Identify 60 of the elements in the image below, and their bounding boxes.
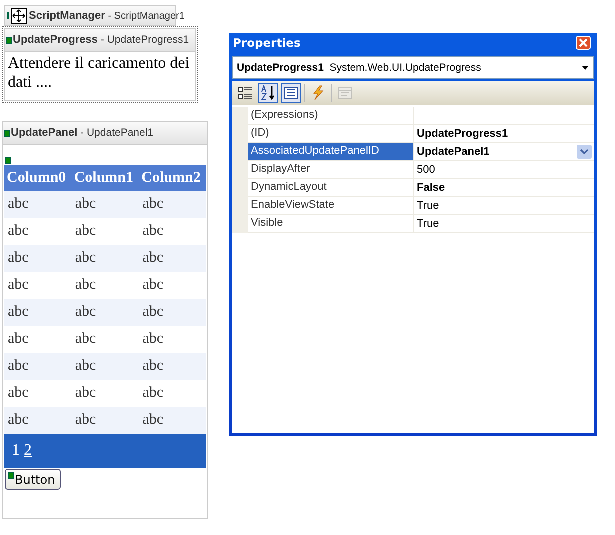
table-cell: abc: [4, 272, 72, 299]
sort-icon[interactable]: [258, 83, 278, 103]
table-cell: abc: [71, 326, 139, 353]
current-page[interactable]: 1: [12, 442, 20, 459]
property-value[interactable]: UpdatePanel1: [417, 146, 490, 158]
column-header: Column0: [4, 165, 72, 191]
page-link[interactable]: 2: [24, 442, 32, 459]
control-label: UpdateProgress - UpdateProgress1: [13, 34, 190, 46]
table-cell: abc: [4, 299, 72, 326]
dropdown-icon[interactable]: [577, 144, 592, 158]
table-cell: abc: [71, 353, 139, 380]
property-value[interactable]: True: [417, 218, 440, 230]
table-cell: abc: [71, 272, 139, 299]
property-name[interactable]: AssociatedUpdatePanelID: [248, 143, 414, 160]
table-cell: abc: [138, 272, 206, 299]
progress-text: Attendere il caricamento dei dati ....: [7, 54, 191, 93]
table-cell: abc: [138, 407, 206, 434]
list-icon[interactable]: [281, 83, 301, 103]
property-value[interactable]: True: [417, 200, 440, 212]
property-value[interactable]: UpdateProgress1: [417, 128, 508, 140]
property-name[interactable]: Visible: [248, 215, 414, 232]
property-name[interactable]: EnableViewState: [248, 197, 414, 214]
button[interactable]: Button: [5, 469, 62, 490]
table-cell: abc: [4, 218, 72, 245]
control-label: UpdatePanel - UpdatePanel1: [11, 127, 154, 139]
property-name[interactable]: DisplayAfter: [248, 161, 414, 178]
window-title: Properties: [233, 36, 301, 50]
control-label: ScriptManager - ScriptManager1: [29, 10, 185, 22]
table-cell: abc: [138, 245, 206, 272]
column-header: Column1: [71, 165, 139, 191]
property-name[interactable]: DynamicLayout: [248, 179, 414, 196]
table-cell: abc: [138, 191, 206, 218]
table-cell: abc: [4, 380, 72, 407]
table-cell: abc: [71, 299, 139, 326]
property-value[interactable]: 500: [417, 164, 436, 176]
smart-tag-icon[interactable]: [6, 36, 12, 44]
table-cell: abc: [4, 326, 72, 353]
property-value[interactable]: False: [417, 182, 446, 194]
property-name[interactable]: (Expressions): [248, 107, 414, 124]
move-icon[interactable]: [11, 8, 27, 24]
table-cell: abc: [138, 380, 206, 407]
table-cell: abc: [71, 218, 139, 245]
column-header: Column2: [138, 165, 206, 191]
table-cell: abc: [138, 353, 206, 380]
table-cell: abc: [71, 245, 139, 272]
property-name[interactable]: (ID): [248, 125, 414, 142]
table-cell: abc: [71, 191, 139, 218]
table-cell: abc: [4, 191, 72, 218]
smart-tag-icon[interactable]: [4, 130, 10, 136]
table-cell: abc: [4, 245, 72, 272]
object-selector[interactable]: UpdateProgress1 System.Web.UI.UpdateProgress: [232, 56, 594, 79]
close-icon[interactable]: [576, 36, 591, 50]
table-cell: abc: [138, 218, 206, 245]
dropdown-icon[interactable]: [582, 66, 589, 70]
table-cell: abc: [4, 353, 72, 380]
table-cell: abc: [71, 380, 139, 407]
table-cell: abc: [138, 299, 206, 326]
table-cell: abc: [4, 407, 72, 434]
table-cell: abc: [71, 407, 139, 434]
table-cell: abc: [138, 326, 206, 353]
